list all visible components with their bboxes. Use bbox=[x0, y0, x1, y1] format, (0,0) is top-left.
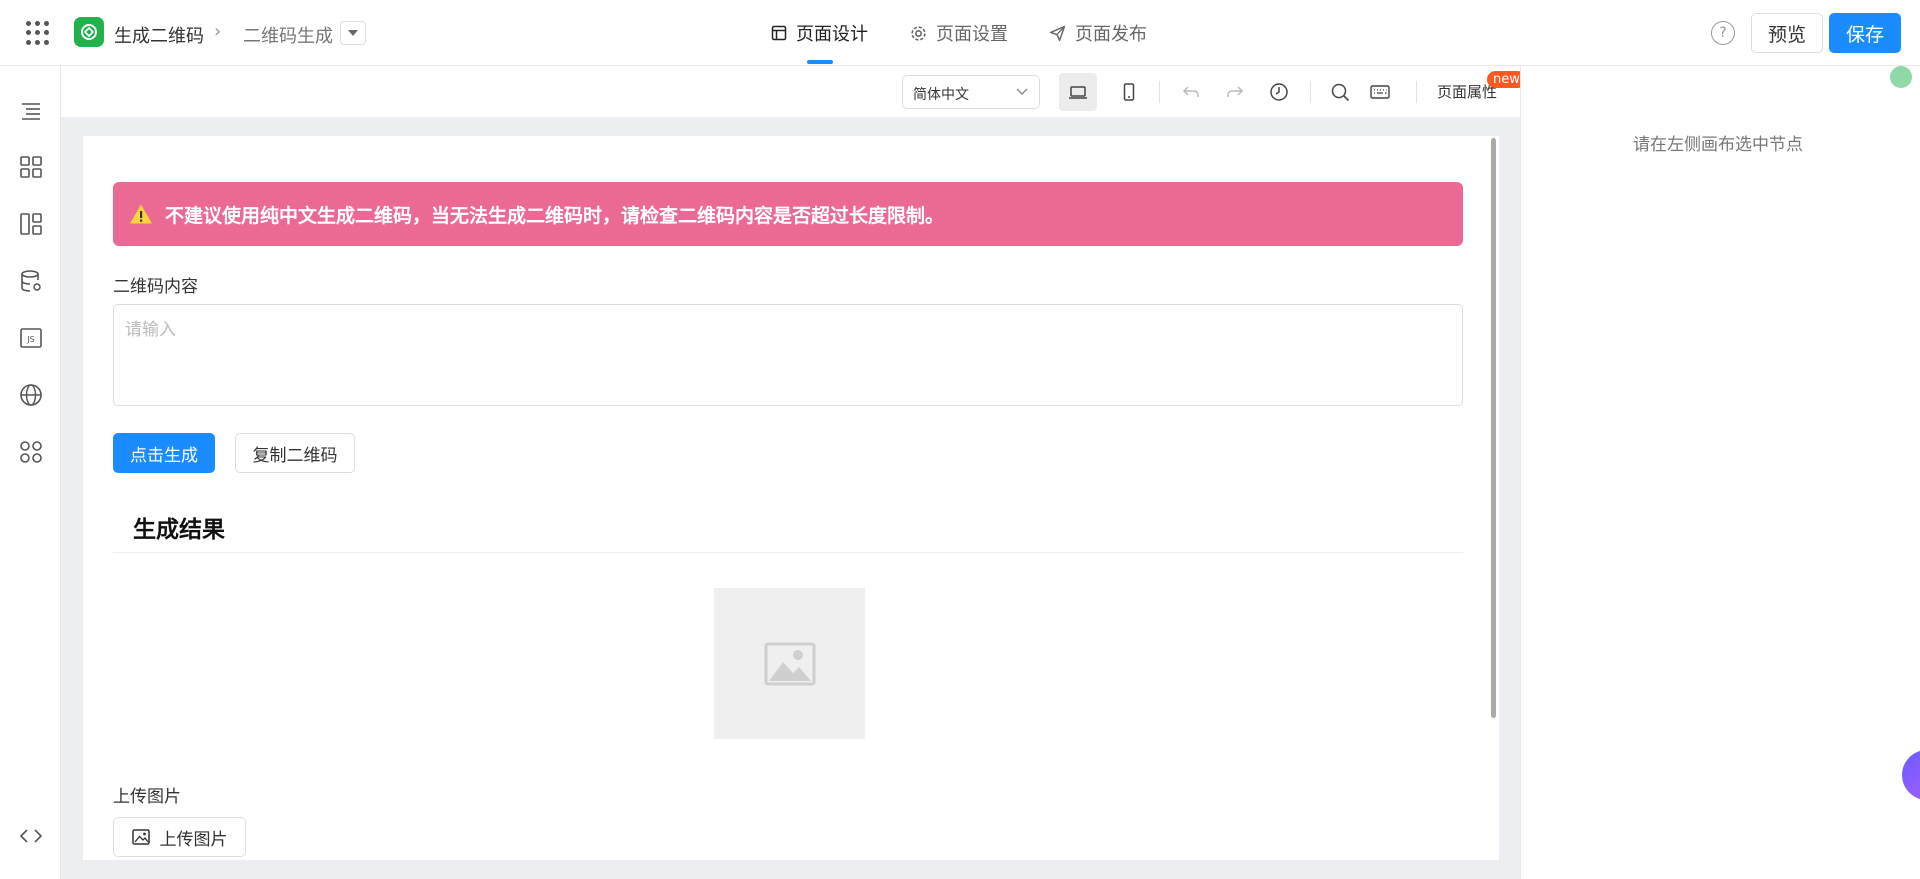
history-icon bbox=[1270, 83, 1288, 101]
gear-icon bbox=[911, 25, 926, 41]
canvas-scrollbar[interactable] bbox=[1491, 138, 1496, 718]
upload-image-button[interactable]: 上传图片 bbox=[113, 817, 246, 857]
save-button[interactable]: 保存 bbox=[1829, 13, 1901, 53]
tab-label: 页面发布 bbox=[1075, 24, 1147, 45]
tab-page-settings[interactable]: 页面设置 bbox=[910, 20, 1008, 46]
breadcrumb-separator: › bbox=[214, 21, 222, 42]
history-button[interactable] bbox=[1260, 73, 1298, 111]
image-icon bbox=[131, 829, 150, 845]
help-icon[interactable]: ? bbox=[1711, 21, 1735, 45]
templates-icon[interactable] bbox=[18, 211, 44, 237]
section-divider bbox=[113, 552, 1463, 553]
generate-button[interactable]: 点击生成 bbox=[113, 433, 215, 473]
canvas-toolbar: 简体中文 页面属性 new bbox=[61, 66, 1526, 117]
copy-qrcode-button[interactable]: 复制二维码 bbox=[235, 433, 355, 473]
properties-panel: 请在左侧画布选中节点 bbox=[1520, 66, 1920, 879]
js-code-icon[interactable]: JS bbox=[18, 325, 44, 351]
svg-text:JS: JS bbox=[26, 335, 34, 344]
toolbar-divider bbox=[1159, 81, 1160, 103]
content-textarea[interactable]: 请输入 bbox=[113, 304, 1463, 406]
top-bar: 生成二维码 › 二维码生成 页面设计 页面设置 页面发布 ? 预览 保存 bbox=[0, 0, 1920, 66]
result-section-title: 生成结果 bbox=[133, 517, 225, 543]
language-select[interactable]: 简体中文 bbox=[902, 75, 1040, 109]
send-icon bbox=[1049, 25, 1066, 41]
tab-label: 页面设计 bbox=[796, 24, 868, 45]
app-logo-icon bbox=[74, 17, 104, 47]
outline-icon[interactable] bbox=[18, 98, 44, 124]
components-grid-icon[interactable] bbox=[18, 154, 44, 180]
toolbar-divider bbox=[1310, 81, 1311, 103]
code-view-icon[interactable] bbox=[18, 823, 44, 849]
left-rail: JS bbox=[0, 66, 61, 879]
content-field-label: 二维码内容 bbox=[113, 277, 198, 297]
apps-icon[interactable] bbox=[18, 439, 44, 465]
status-dot bbox=[1890, 66, 1912, 88]
image-placeholder-icon bbox=[764, 642, 815, 685]
search-icon bbox=[1331, 83, 1350, 102]
preview-button[interactable]: 预览 bbox=[1751, 13, 1823, 53]
page-canvas: 不建议使用纯中文生成二维码，当无法生成二维码时，请检查二维码内容是否超过长度限制… bbox=[83, 136, 1499, 860]
warning-icon bbox=[130, 204, 152, 224]
select-node-hint: 请在左侧画布选中节点 bbox=[1633, 135, 1803, 155]
keyboard-shortcuts-button[interactable] bbox=[1361, 73, 1399, 111]
app-launcher-icon[interactable] bbox=[26, 21, 50, 45]
undo-button[interactable] bbox=[1172, 73, 1210, 111]
active-tab-indicator bbox=[807, 60, 833, 64]
alert-text: 不建议使用纯中文生成二维码，当无法生成二维码时，请检查二维码内容是否超过长度限制… bbox=[165, 204, 945, 227]
desktop-icon bbox=[1069, 86, 1087, 99]
redo-button[interactable] bbox=[1216, 73, 1254, 111]
desktop-view-button[interactable] bbox=[1059, 73, 1097, 111]
datasource-icon[interactable] bbox=[18, 268, 44, 294]
upload-field-label: 上传图片 bbox=[113, 787, 181, 807]
redo-icon bbox=[1227, 86, 1244, 97]
tab-label: 页面设置 bbox=[936, 24, 1008, 45]
globe-icon[interactable] bbox=[18, 382, 44, 408]
undo-icon bbox=[1182, 86, 1199, 97]
upload-button-label: 上传图片 bbox=[159, 829, 228, 850]
mobile-icon bbox=[1123, 83, 1135, 101]
warning-alert: 不建议使用纯中文生成二维码，当无法生成二维码时，请检查二维码内容是否超过长度限制… bbox=[113, 182, 1463, 246]
tab-page-design[interactable]: 页面设计 bbox=[771, 20, 868, 46]
result-image-placeholder bbox=[714, 588, 865, 739]
layout-icon bbox=[771, 25, 787, 41]
toolbar-divider bbox=[1416, 81, 1417, 103]
caret-down-icon bbox=[348, 30, 358, 36]
chevron-down-icon bbox=[1016, 88, 1028, 95]
canvas-area: 简体中文 页面属性 new 不建议使用纯中文生成二维码，当无法生成二维码时，请检… bbox=[61, 66, 1526, 879]
mobile-view-button[interactable] bbox=[1110, 73, 1148, 111]
search-button[interactable] bbox=[1321, 73, 1359, 111]
content-placeholder: 请输入 bbox=[125, 320, 176, 340]
page-name[interactable]: 二维码生成 bbox=[243, 22, 333, 48]
page-dropdown-button[interactable] bbox=[340, 21, 366, 45]
tab-page-publish[interactable]: 页面发布 bbox=[1049, 20, 1147, 46]
keyboard-icon bbox=[1370, 85, 1390, 99]
language-value: 简体中文 bbox=[913, 87, 969, 103]
app-name[interactable]: 生成二维码 bbox=[114, 22, 204, 48]
